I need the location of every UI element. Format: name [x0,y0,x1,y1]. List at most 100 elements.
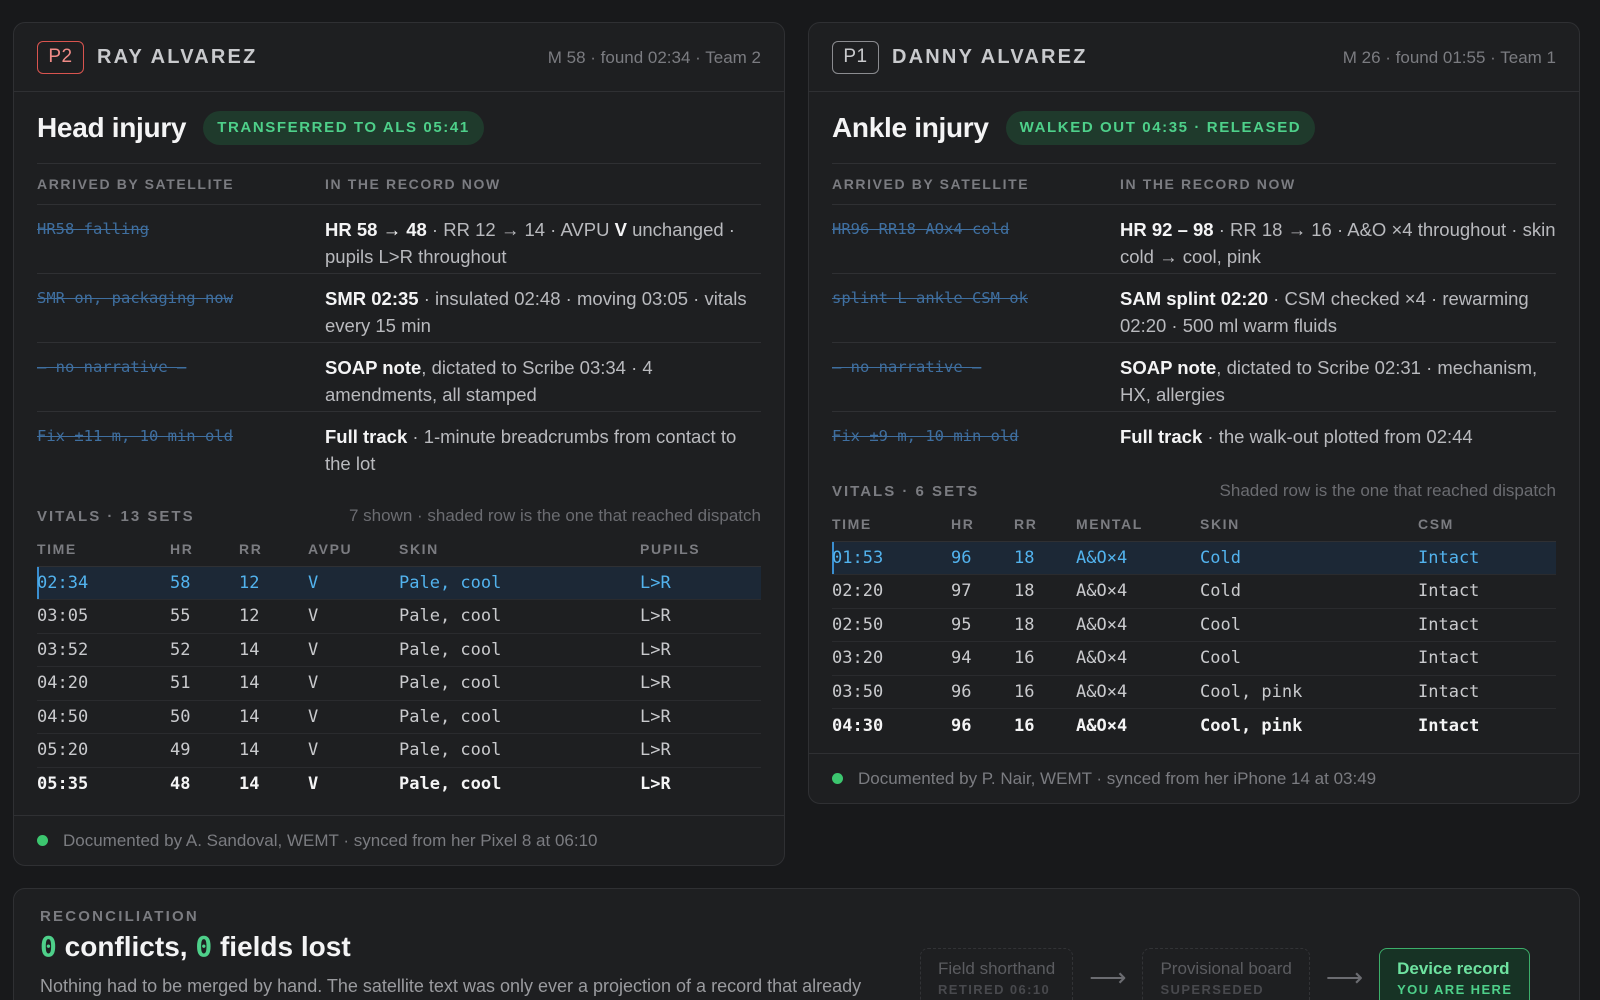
vitals-cell: 52 [170,633,239,667]
vitals-column-header: HR [951,508,1014,542]
vitals-cell: L>R [640,599,761,634]
vitals-cell: 02:20 [832,574,951,609]
sync-status-dot [832,773,843,784]
fields-lost-text: fields lost [212,931,351,962]
vitals-cell: Pale, cool [399,774,502,794]
vitals-row[interactable]: 04:30 96 16 A&O×4 Cool, pink Intact [832,709,1556,743]
flow-step-status: RETIRED 06:10 [938,982,1051,997]
vitals-row[interactable]: 03:50 96 16 A&O×4 Cool, pink Intact [832,675,1556,709]
conflicts-text: conflicts, [56,931,196,962]
vitals-cell: 50 [170,700,239,734]
flow-step-device-record[interactable]: Device record YOU ARE HERE [1379,948,1531,1000]
vitals-cell: 51 [170,666,239,701]
vitals-cell: A&O×4 [1076,675,1200,709]
vitals-cell: 04:30 [832,715,884,736]
documented-by: Documented by P. Nair, WEMT · synced fro… [858,768,1377,788]
flow-step-provisional-board: Provisional board SUPERSEDED [1142,948,1310,1000]
vitals-cell: 14 [239,733,308,768]
patient-card-p2: P2 RAY ALVAREZ M 58 · found 02:34 · Team… [13,22,785,866]
satellite-message: Fix ±11 m, 10 min old [37,427,233,445]
vitals-row[interactable]: 04:50 50 14 V Pale, cool L>R [37,700,761,734]
vitals-row[interactable]: 04:20 51 14 V Pale, cool L>R [37,666,761,701]
record-row: Fix ±9 m, 10 min old Full track · the wal… [832,412,1556,481]
vitals-cell: 03:05 [37,599,170,634]
patient-name: DANNY ALVAREZ [892,45,1088,68]
vitals-row[interactable]: 03:20 94 16 A&O×4 Cool Intact [832,641,1556,676]
column-header-record: IN THE RECORD NOW [1120,176,1296,192]
vitals-row[interactable]: 02:50 95 18 A&O×4 Cool Intact [832,608,1556,642]
record-entry: HR 92 – 98 · RR 18 → 16 · A&O ×4 through… [1120,219,1556,267]
vitals-cell: Intact [1418,574,1556,609]
vitals-cell: 03:52 [37,633,170,667]
record-row: splint L ankle CSM ok SAM splint 02:20 · … [832,274,1556,343]
record-row: — no narrative — SOAP note, dictated to S… [37,343,761,412]
patient-card-header: P1 DANNY ALVAREZ M 26 · found 01:55 · Te… [809,23,1579,92]
vitals-cell: 14 [239,666,308,701]
vitals-cell: 18 [1014,608,1076,642]
vitals-column-header: SKIN [399,533,640,567]
vitals-cell: L>R [640,774,671,794]
flow-step-status: SUPERSEDED [1160,982,1265,997]
priority-badge: P2 [37,40,84,74]
vitals-row[interactable]: 05:35 48 14 V Pale, cool L>R [37,767,761,801]
satellite-message: splint L ankle CSM ok [832,289,1028,307]
satellite-message: SMR on, packaging now [37,289,233,307]
flow-step-title: Field shorthand [938,959,1056,978]
vitals-cell: 03:50 [832,675,951,709]
vitals-cell: A&O×4 [1076,574,1200,609]
vitals-cell: A&O×4 [1076,641,1200,676]
vitals-title: VITALS · 6 SETS [832,482,980,500]
vitals-cell: 58 [170,566,239,600]
vitals-column-header: PUPILS [640,533,761,567]
record-entry: SAM splint 02:20 · CSM checked ×4 · rewa… [1120,288,1529,336]
vitals-cell: A&O×4 [1076,541,1200,575]
vitals-cell: Pale, cool [399,700,640,734]
record-lifecycle-flow: Field shorthand RETIRED 06:10 ⟶ Provisio… [920,948,1531,1000]
arrow-right-icon: ⟶ [1325,962,1364,992]
vitals-row[interactable]: 03:52 52 14 V Pale, cool L>R [37,633,761,667]
vitals-cell: 04:50 [37,700,170,734]
documented-by: Documented by A. Sandoval, WEMT · synced… [63,830,598,850]
reconciliation-label: RECONCILIATION [40,908,199,925]
record-entry: SMR 02:35 · insulated 02:48 · moving 03:… [325,288,747,336]
vitals-cell: V [308,599,399,634]
record-row: HR58 falling HR 58 → 48 · RR 12 → 14 · AV… [37,205,761,274]
vitals-cell: Intact [1418,715,1480,736]
vitals-cell: Pale, cool [399,666,640,701]
vitals-cell: A&O×4 [1076,715,1128,736]
vitals-cell: 02:34 [37,566,170,600]
patient-card-p1: P1 DANNY ALVAREZ M 26 · found 01:55 · Te… [808,22,1580,804]
satellite-message: Fix ±9 m, 10 min old [832,427,1019,445]
vitals-column-header: TIME [37,533,170,567]
vitals-row[interactable]: 02:34 58 12 V Pale, cool L>R [37,566,761,600]
reconciliation-panel: RECONCILIATION 0 conflicts, 0 fields los… [13,888,1580,1000]
status-badge: WALKED OUT 04:35 · RELEASED [1005,110,1316,145]
vitals-cell: A&O×4 [1076,608,1200,642]
vitals-table: TIME HR RR MENTAL SKIN CSM 01:53 96 18 A&O×4 Cold… [832,508,1556,742]
column-header-satellite: ARRIVED BY SATELLITE [37,176,235,192]
vitals-cell: 97 [951,574,1014,609]
vitals-cell: Intact [1418,608,1556,642]
vitals-cell: L>R [640,566,761,600]
vitals-cell: V [308,666,399,701]
vitals-cell: 16 [1014,675,1076,709]
vitals-cell: Cool [1200,608,1418,642]
vitals-cell: L>R [640,666,761,701]
record-row: Fix ±11 m, 10 min old Full track · 1-minu… [37,412,761,481]
conflicts-count: 0 [40,930,57,963]
vitals-cell: 12 [239,599,308,634]
vitals-cell: 04:20 [37,666,170,701]
satellite-message: HR58 falling [37,220,149,238]
record-grid-header: ARRIVED BY SATELLITE IN THE RECORD NOW [37,164,761,205]
vitals-row[interactable]: 02:20 97 18 A&O×4 Cold Intact [832,574,1556,609]
vitals-row[interactable]: 01:53 96 18 A&O×4 Cold Intact [832,541,1556,575]
vitals-cell: V [308,774,319,794]
flow-step-field-shorthand: Field shorthand RETIRED 06:10 [920,948,1074,1000]
column-header-satellite: ARRIVED BY SATELLITE [832,176,1030,192]
vitals-cell: 18 [1014,574,1076,609]
arrow-right-icon: ⟶ [1089,962,1127,992]
satellite-message: — no narrative — [832,358,982,376]
vitals-row[interactable]: 05:20 49 14 V Pale, cool L>R [37,733,761,768]
vitals-cell: 01:53 [832,541,951,575]
vitals-row[interactable]: 03:05 55 12 V Pale, cool L>R [37,599,761,634]
